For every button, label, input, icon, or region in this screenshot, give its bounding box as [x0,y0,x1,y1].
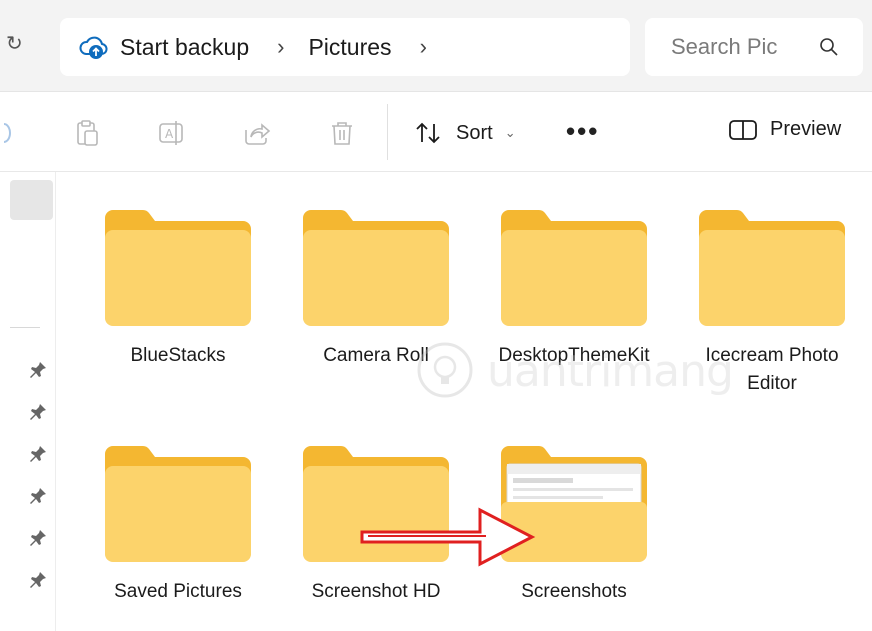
pin-icon[interactable] [28,486,48,506]
sort-icon [416,122,440,144]
folder-name: BlueStacks [130,345,226,366]
pin-icon[interactable] [28,444,48,464]
preview-label: Preview [770,118,842,140]
pin-icon[interactable] [28,570,48,590]
chevron-down-icon: ⌄ [504,125,516,140]
rename-icon[interactable]: A [157,118,187,148]
folder-icon [303,210,449,326]
folder-item-saved-pictures[interactable]: Saved Pictures [88,444,268,606]
folder-icon [105,446,251,562]
folder-icon [501,210,647,326]
search-box[interactable]: Search Pic [645,18,863,76]
delete-icon[interactable] [327,118,357,148]
preview-pane-icon [729,119,757,140]
search-icon[interactable] [819,37,839,57]
folder-icon [105,210,251,326]
breadcrumb-start-backup[interactable]: Start backup [120,34,249,61]
breadcrumb-pictures[interactable]: Pictures [308,34,391,61]
folder-name: Screenshot HD [311,581,441,602]
nav-divider [10,327,40,328]
annotation-arrow-icon [360,507,536,567]
share-icon[interactable] [242,118,272,148]
pin-icon[interactable] [28,360,48,380]
folder-name: Saved Pictures [114,581,242,602]
folder-item-camera-roll[interactable]: Camera Roll [286,208,466,370]
nav-selected-item[interactable] [10,180,53,220]
sort-label: Sort [456,121,493,144]
folder-item-desktopthemekit[interactable]: DesktopThemeKit [484,208,664,370]
folder-item-icecream-photo-editor[interactable]: Icecream Photo Editor [682,208,862,398]
folder-name: DesktopThemeKit [498,345,650,366]
pin-icon[interactable] [28,402,48,422]
more-options-button[interactable]: ••• [566,116,599,147]
svg-text:A: A [165,127,174,141]
copy-icon[interactable] [0,118,30,148]
folder-item-bluestacks[interactable]: BlueStacks [88,208,268,370]
pin-icon[interactable] [28,528,48,548]
folder-name: Camera Roll [323,345,429,366]
address-bar-region: ↻ Start backup › Pictures › Search Pic [0,0,872,92]
refresh-icon[interactable]: ↻ [6,30,23,58]
folder-icon [699,210,845,326]
cloud-backup-icon [79,36,108,59]
breadcrumb-chevron-icon[interactable]: › [420,34,427,60]
toolbar-separator [387,104,388,160]
sort-button[interactable]: Sort ⌄ [414,118,516,148]
breadcrumb-chevron-icon[interactable]: › [277,34,284,60]
search-input[interactable]: Search Pic [671,34,777,60]
preview-pane-button[interactable]: Preview [728,118,841,141]
folder-name: Icecream Photo Editor [705,345,839,394]
folder-name: Screenshots [521,581,627,602]
address-bar[interactable]: Start backup › Pictures › [60,18,630,76]
command-bar: A Sort ⌄ ••• Preview [0,92,872,172]
navigation-pane [0,172,56,631]
paste-icon[interactable] [73,118,103,148]
